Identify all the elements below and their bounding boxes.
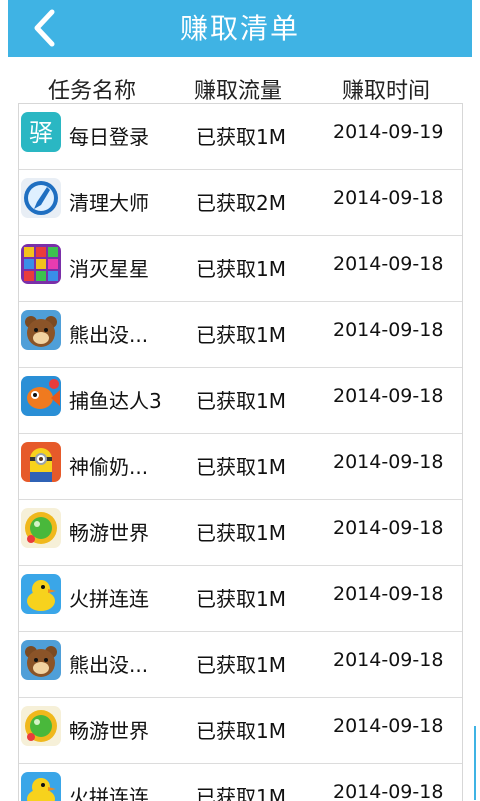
list-item[interactable]: 畅游世界 已获取1M 2014-09-18 xyxy=(19,698,462,764)
svg-text:驿: 驿 xyxy=(29,119,53,147)
bear-game-icon xyxy=(21,310,61,350)
minion-game-icon xyxy=(21,442,61,482)
earned-amount: 已获取2M xyxy=(196,191,286,215)
list-item[interactable]: 神偷奶... 已获取1M 2014-09-18 xyxy=(19,434,462,500)
header-bar: 赚取清单 xyxy=(8,0,472,57)
column-header-name: 任务名称 xyxy=(48,79,137,104)
earned-amount: 已获取1M xyxy=(196,323,286,347)
earned-date: 2014-09-18 xyxy=(333,517,444,539)
earned-amount: 已获取1M xyxy=(196,257,286,281)
task-name: 火拼连连 xyxy=(69,785,149,801)
task-name: 畅游世界 xyxy=(69,719,149,743)
task-name: 清理大师 xyxy=(69,191,149,215)
list-item[interactable]: 清理大师 已获取2M 2014-09-18 xyxy=(19,170,462,236)
list-item[interactable]: 畅游世界 已获取1M 2014-09-18 xyxy=(19,500,462,566)
earned-date: 2014-09-18 xyxy=(333,649,444,671)
column-header-amount: 赚取流量 xyxy=(194,79,283,104)
list-item[interactable]: 捕鱼达人3 已获取1M 2014-09-18 xyxy=(19,368,462,434)
task-name: 畅游世界 xyxy=(69,521,149,545)
column-headers: 任务名称 赚取流量 赚取时间 xyxy=(8,66,472,104)
list-item[interactable]: 火拼连连 已获取1M 2014-09-18 xyxy=(19,764,462,801)
earned-amount: 已获取1M xyxy=(196,653,286,677)
earned-amount: 已获取1M xyxy=(196,521,286,545)
earned-amount: 已获取1M xyxy=(196,389,286,413)
earned-date: 2014-09-19 xyxy=(333,121,444,143)
yi-app-icon: 驿 xyxy=(21,112,61,152)
duck-game-icon xyxy=(21,574,61,614)
earned-amount: 已获取1M xyxy=(196,785,286,801)
earned-amount: 已获取1M xyxy=(196,587,286,611)
earned-date: 2014-09-18 xyxy=(333,187,444,209)
earned-date: 2014-09-18 xyxy=(333,385,444,407)
earn-list[interactable]: 驿 每日登录 已获取1M 2014-09-19 清理大师 已获取2M 2014-… xyxy=(18,103,463,801)
earned-date: 2014-09-18 xyxy=(333,319,444,341)
fish-game-icon xyxy=(21,376,61,416)
list-item[interactable]: 熊出没... 已获取1M 2014-09-18 xyxy=(19,632,462,698)
broom-cleaner-icon xyxy=(21,178,61,218)
task-name: 熊出没... xyxy=(69,323,149,347)
earned-date: 2014-09-18 xyxy=(333,715,444,737)
earned-date: 2014-09-18 xyxy=(333,781,444,801)
bear-game-icon xyxy=(21,640,61,680)
duck-game-icon xyxy=(21,772,61,801)
task-name: 熊出没... xyxy=(69,653,149,677)
earned-amount: 已获取1M xyxy=(196,455,286,479)
task-name: 捕鱼达人3 xyxy=(69,389,162,413)
green-ball-game-icon xyxy=(21,508,61,548)
task-name: 每日登录 xyxy=(69,125,149,149)
list-item[interactable]: 火拼连连 已获取1M 2014-09-18 xyxy=(19,566,462,632)
earned-date: 2014-09-18 xyxy=(333,583,444,605)
page-title: 赚取清单 xyxy=(179,12,300,45)
earned-date: 2014-09-18 xyxy=(333,451,444,473)
list-item[interactable]: 驿 每日登录 已获取1M 2014-09-19 xyxy=(19,104,462,170)
task-name: 消灭星星 xyxy=(69,257,149,281)
task-name: 火拼连连 xyxy=(69,587,149,611)
earned-amount: 已获取1M xyxy=(196,719,286,743)
list-item[interactable]: 熊出没... 已获取1M 2014-09-18 xyxy=(19,302,462,368)
green-ball-game-icon xyxy=(21,706,61,746)
earned-amount: 已获取1M xyxy=(196,125,286,149)
task-name: 神偷奶... xyxy=(69,455,149,479)
column-header-time: 赚取时间 xyxy=(342,79,431,104)
scroll-indicator xyxy=(474,726,476,800)
earned-date: 2014-09-18 xyxy=(333,253,444,275)
star-pop-game-icon xyxy=(21,244,61,284)
list-item[interactable]: 消灭星星 已获取1M 2014-09-18 xyxy=(19,236,462,302)
